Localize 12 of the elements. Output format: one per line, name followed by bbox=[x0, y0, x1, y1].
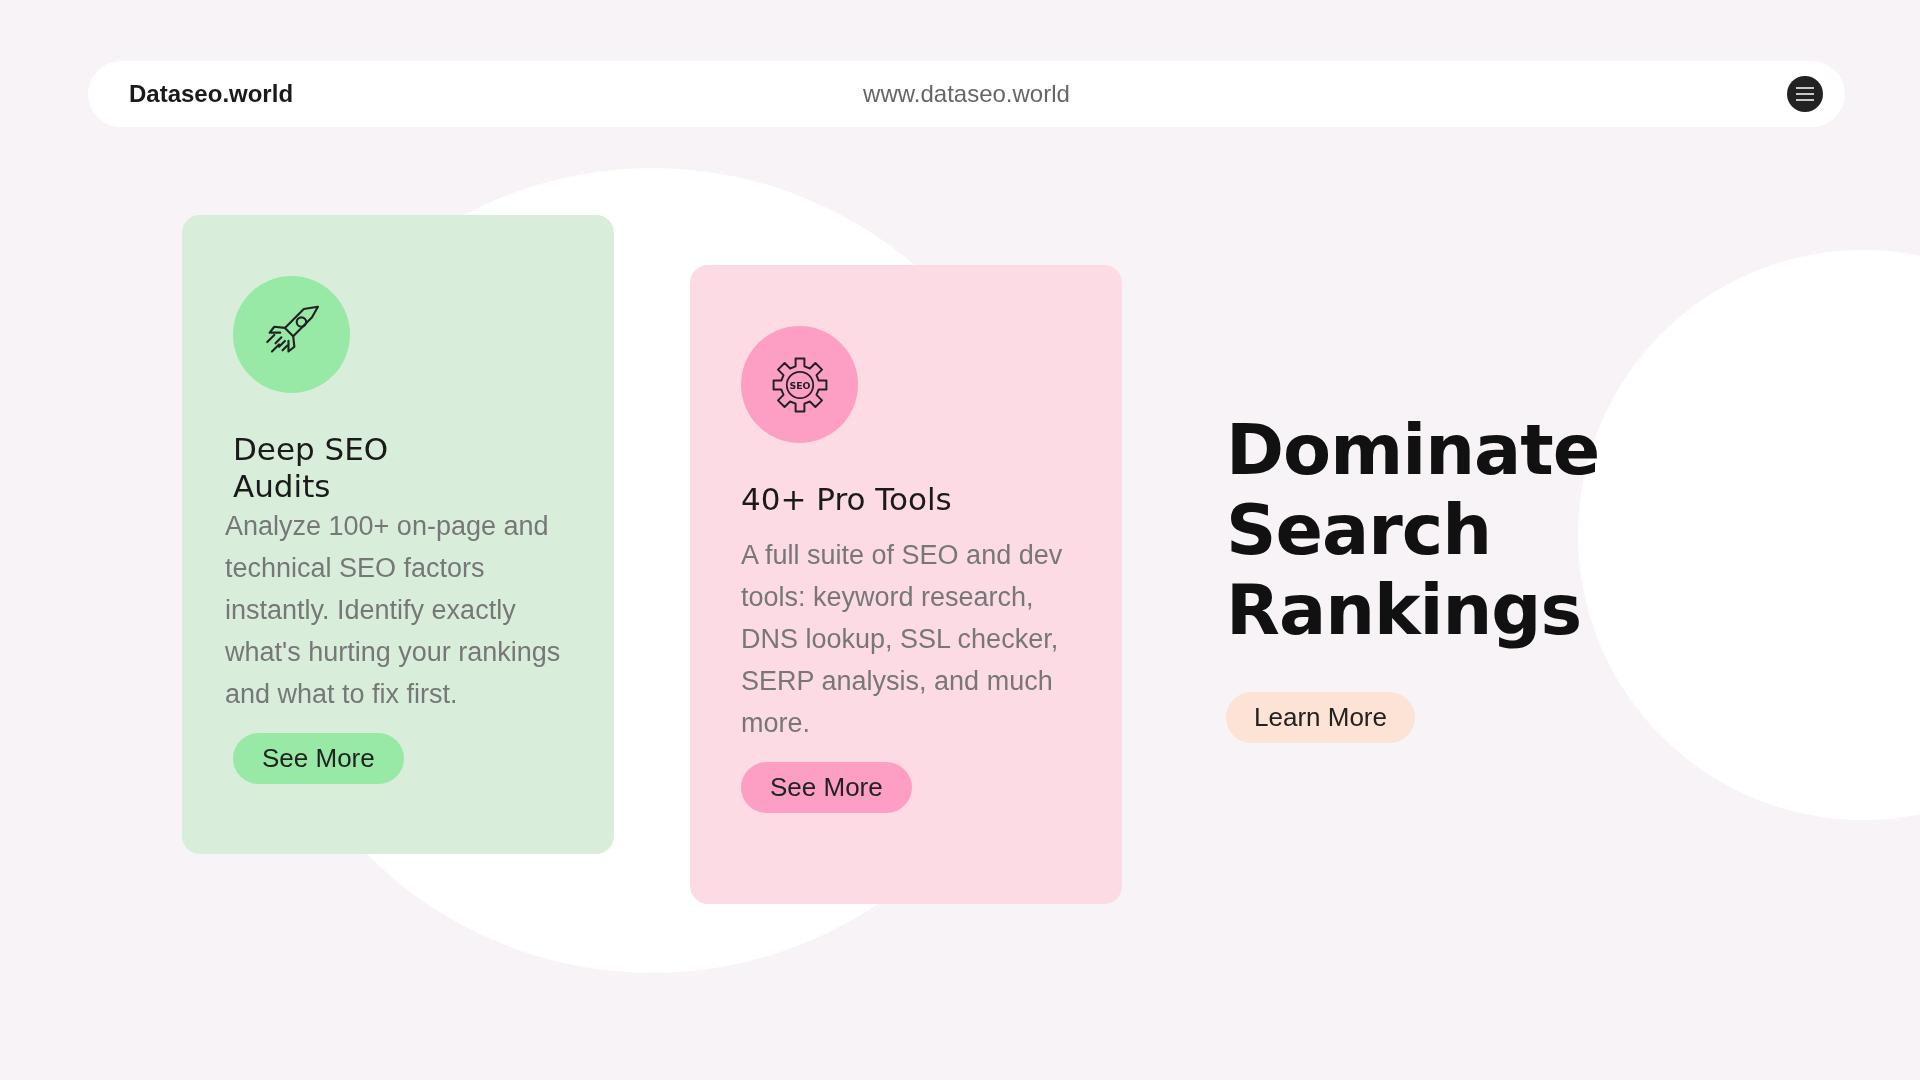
learn-more-button[interactable]: Learn More bbox=[1226, 692, 1415, 743]
site-url: www.dataseo.world bbox=[863, 80, 1070, 108]
brand-name: Dataseo.world bbox=[129, 80, 294, 108]
card-title: 40+ Pro Tools bbox=[741, 481, 952, 518]
card-description: A full suite of SEO and dev tools: keyword research, DNS lookup, SSL checker, SERP analysis, and much more. bbox=[741, 539, 1064, 740]
see-more-button[interactable]: See More bbox=[741, 762, 912, 813]
card-description: Analyze 100+ on-page and technical SEO factors instantly. Identify exactly what's hurting your rankings and what to fix first. bbox=[225, 510, 562, 711]
menu-button[interactable] bbox=[1787, 76, 1823, 112]
see-more-button[interactable]: See More bbox=[233, 733, 404, 784]
menu-icon bbox=[1795, 87, 1815, 101]
hero-heading: Dominate Search Rankings bbox=[1226, 410, 1596, 650]
card-title: Deep SEO Audits bbox=[233, 431, 390, 505]
